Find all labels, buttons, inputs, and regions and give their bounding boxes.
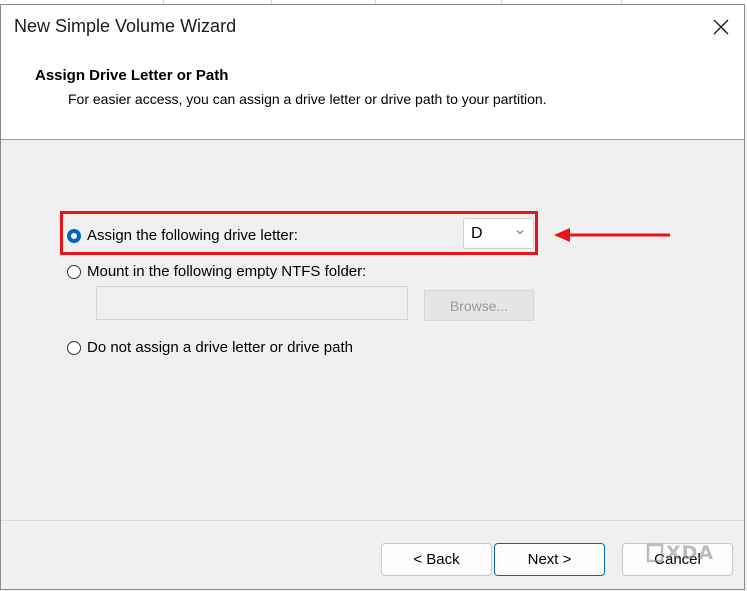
assign-letter-option[interactable]: Assign the following drive letter: (67, 227, 298, 244)
drive-letter-dropdown[interactable]: D (463, 218, 534, 249)
chevron-down-icon (516, 230, 524, 235)
xda-watermark: XDA (646, 542, 714, 564)
close-button[interactable] (698, 5, 744, 49)
mount-folder-radio[interactable] (67, 264, 81, 279)
no-assign-option[interactable]: Do not assign a drive letter or drive pa… (67, 339, 353, 356)
back-button[interactable]: < Back (381, 543, 492, 576)
annotation-arrow-icon (554, 228, 670, 242)
wizard-dialog: New Simple Volume Wizard Assign Drive Le… (0, 4, 745, 590)
wizard-header: Assign Drive Letter or Path For easier a… (1, 49, 744, 140)
assign-letter-radio[interactable] (67, 228, 81, 243)
browse-button[interactable]: Browse... (424, 290, 534, 321)
xda-logo-icon (646, 543, 664, 563)
radio-selected-dot (71, 232, 77, 239)
folder-path-input[interactable] (96, 286, 408, 320)
close-icon (713, 19, 729, 35)
footer-divider (1, 520, 744, 521)
title-bar: New Simple Volume Wizard (1, 5, 744, 49)
mount-folder-label: Mount in the following empty NTFS folder… (87, 263, 367, 280)
drive-letter-value: D (471, 225, 483, 242)
mount-folder-option[interactable]: Mount in the following empty NTFS folder… (67, 263, 366, 280)
page-title: Assign Drive Letter or Path (35, 67, 229, 84)
assign-letter-label: Assign the following drive letter: (87, 227, 298, 244)
no-assign-label: Do not assign a drive letter or drive pa… (87, 339, 353, 356)
watermark-text: XDA (666, 542, 715, 564)
next-button[interactable]: Next > (494, 543, 605, 576)
window-title: New Simple Volume Wizard (14, 16, 237, 36)
no-assign-radio[interactable] (67, 340, 81, 355)
page-subtitle: For easier access, you can assign a driv… (68, 91, 547, 107)
